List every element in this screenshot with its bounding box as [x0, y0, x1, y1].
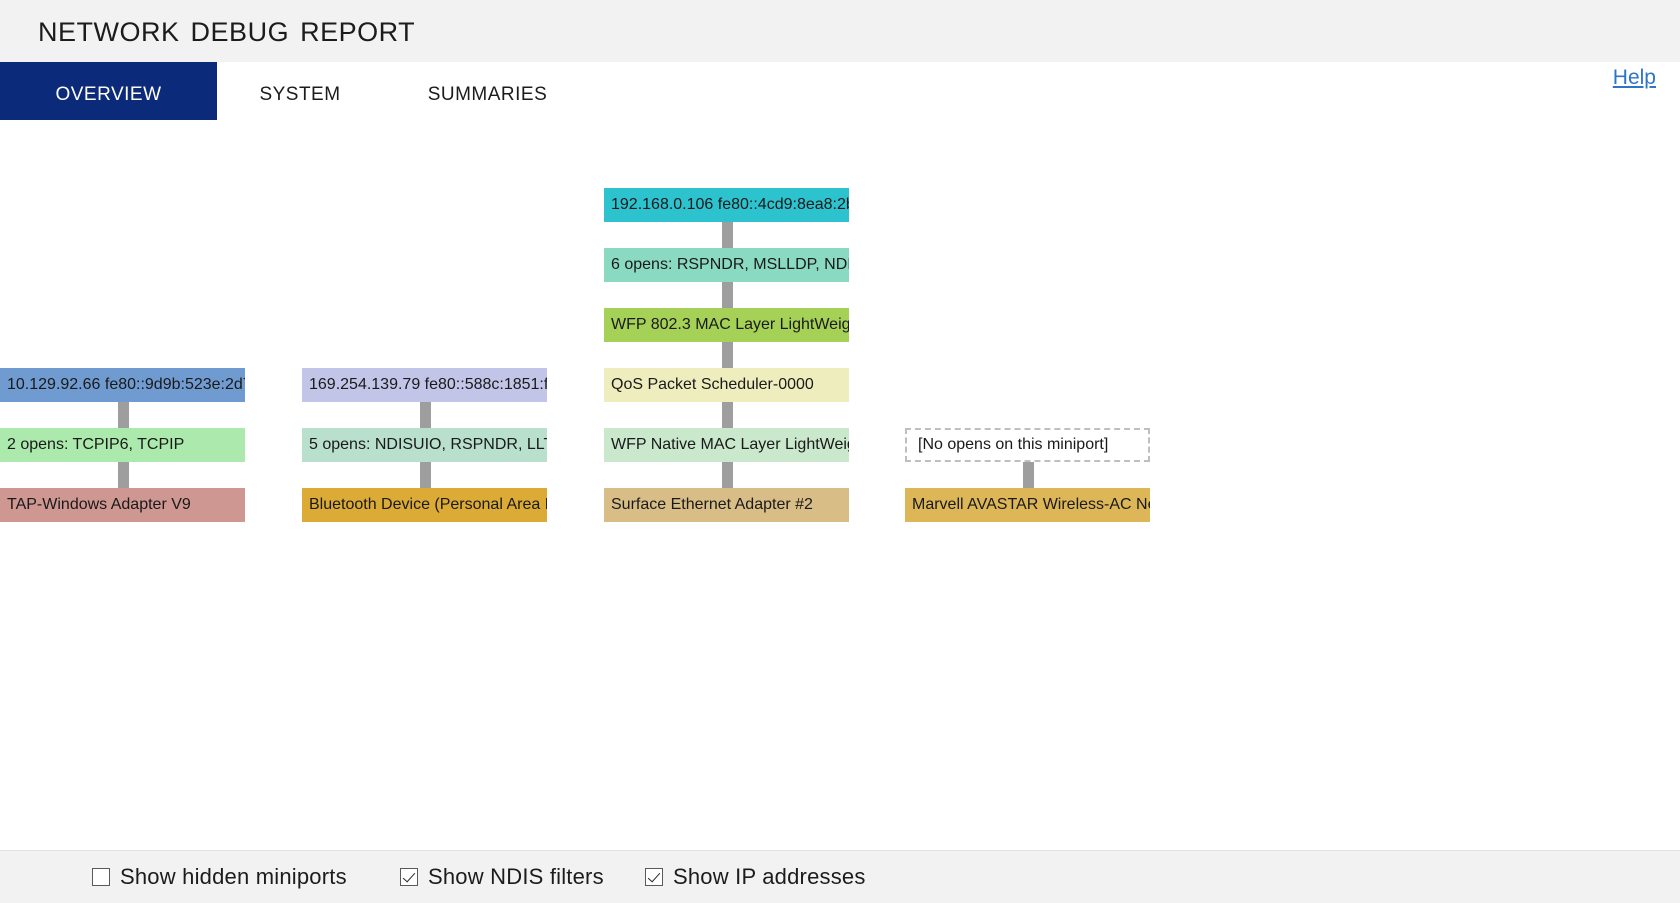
option-show-ndis-filters[interactable]: Show NDIS filters — [400, 851, 604, 903]
title-bar: Network Debug Report — [0, 0, 1680, 63]
diagram-connector — [420, 462, 431, 488]
diagram-node-label: [No opens on this miniport] — [918, 436, 1108, 454]
diagram-node-label: Marvell AVASTAR Wireless-AC Netw — [912, 496, 1150, 514]
diagram-connector — [1023, 462, 1034, 488]
diagram-connector — [722, 402, 733, 428]
diagram-node-label: 10.129.92.66 fe80::9d9b:523e:2d70:2 — [7, 376, 245, 394]
diagram-connector — [118, 462, 129, 488]
diagram-node-opens[interactable]: 6 opens: RSPNDR, MSLLDP, NDISUIO — [604, 248, 849, 282]
tab-summaries[interactable]: Summaries — [405, 62, 570, 120]
tab-summaries-label: Summaries — [428, 76, 548, 107]
tab-system-label: System — [259, 76, 340, 107]
page-title: Network Debug Report — [38, 8, 415, 51]
option-label-show-hidden-miniports: Show hidden miniports — [120, 864, 347, 890]
diagram-connector — [722, 462, 733, 488]
option-show-ip-addresses[interactable]: Show IP addresses — [645, 851, 866, 903]
adapter-stack: 169.254.139.79 fe80::588c:1851:f711:5 op… — [302, 120, 547, 850]
tab-overview[interactable]: Overview — [0, 62, 217, 120]
diagram-node-label: WFP Native MAC Layer LightWeight — [611, 436, 849, 454]
diagram-node-ip[interactable]: 192.168.0.106 fe80::4cd9:8ea8:2bc0:e — [604, 188, 849, 222]
diagram-node-label: WFP 802.3 MAC Layer LightWeight Fi — [611, 316, 849, 334]
adapter-stack: 10.129.92.66 fe80::9d9b:523e:2d70:22 ope… — [0, 120, 245, 850]
diagram-node-label: Bluetooth Device (Personal Area Net — [309, 496, 547, 514]
diagram-node-label: Surface Ethernet Adapter #2 — [611, 496, 813, 514]
diagram-node-opens[interactable]: 5 opens: NDISUIO, RSPNDR, LLTDIO, — [302, 428, 547, 462]
diagram-canvas: 10.129.92.66 fe80::9d9b:523e:2d70:22 ope… — [0, 120, 1680, 850]
diagram-node-miniport[interactable]: Surface Ethernet Adapter #2 — [604, 488, 849, 522]
diagram-node-filter[interactable]: WFP 802.3 MAC Layer LightWeight Fi — [604, 308, 849, 342]
checkbox-show-hidden-miniports[interactable] — [92, 868, 110, 886]
tab-strip: Overview System Summaries — [0, 62, 1680, 120]
diagram-node-filter[interactable]: QoS Packet Scheduler-0000 — [604, 368, 849, 402]
diagram-connector — [118, 402, 129, 428]
diagram-node-opens[interactable]: 2 opens: TCPIP6, TCPIP — [0, 428, 245, 462]
diagram-node-label: 169.254.139.79 fe80::588c:1851:f711: — [309, 376, 547, 394]
diagram-node-label: TAP-Windows Adapter V9 — [7, 496, 191, 514]
diagram-connector — [722, 282, 733, 308]
diagram-node-filter[interactable]: WFP Native MAC Layer LightWeight — [604, 428, 849, 462]
diagram-node-ip[interactable]: 169.254.139.79 fe80::588c:1851:f711: — [302, 368, 547, 402]
tab-overview-label: Overview — [55, 76, 161, 107]
diagram-connector — [722, 342, 733, 368]
checkbox-show-ndis-filters[interactable] — [400, 868, 418, 886]
checkbox-show-ip-addresses[interactable] — [645, 868, 663, 886]
diagram-node-label: 2 opens: TCPIP6, TCPIP — [7, 436, 184, 454]
diagram-node-label: QoS Packet Scheduler-0000 — [611, 376, 814, 394]
help-link[interactable]: Help — [1613, 66, 1656, 90]
adapter-stack: 192.168.0.106 fe80::4cd9:8ea8:2bc0:e6 op… — [604, 120, 849, 850]
diagram-node-ip[interactable]: 10.129.92.66 fe80::9d9b:523e:2d70:2 — [0, 368, 245, 402]
tab-system[interactable]: System — [240, 62, 360, 120]
option-show-hidden-miniports[interactable]: Show hidden miniports — [92, 851, 347, 903]
diagram-node-label: 192.168.0.106 fe80::4cd9:8ea8:2bc0:e — [611, 196, 849, 214]
diagram-node-empty[interactable]: [No opens on this miniport] — [905, 428, 1150, 462]
options-bar: Show hidden miniports Show NDIS filters … — [0, 850, 1680, 903]
diagram-node-miniport[interactable]: Marvell AVASTAR Wireless-AC Netw — [905, 488, 1150, 522]
diagram-node-miniport[interactable]: TAP-Windows Adapter V9 — [0, 488, 245, 522]
diagram-connector — [420, 402, 431, 428]
option-label-show-ndis-filters: Show NDIS filters — [428, 864, 604, 890]
diagram-node-miniport[interactable]: Bluetooth Device (Personal Area Net — [302, 488, 547, 522]
diagram-connector — [722, 222, 733, 248]
adapter-stack: [No opens on this miniport] Marvell AVAST… — [905, 120, 1150, 850]
diagram-node-label: 5 opens: NDISUIO, RSPNDR, LLTDIO, — [309, 436, 547, 454]
diagram-node-label: 6 opens: RSPNDR, MSLLDP, NDISUIO — [611, 256, 849, 274]
option-label-show-ip-addresses: Show IP addresses — [673, 864, 866, 890]
